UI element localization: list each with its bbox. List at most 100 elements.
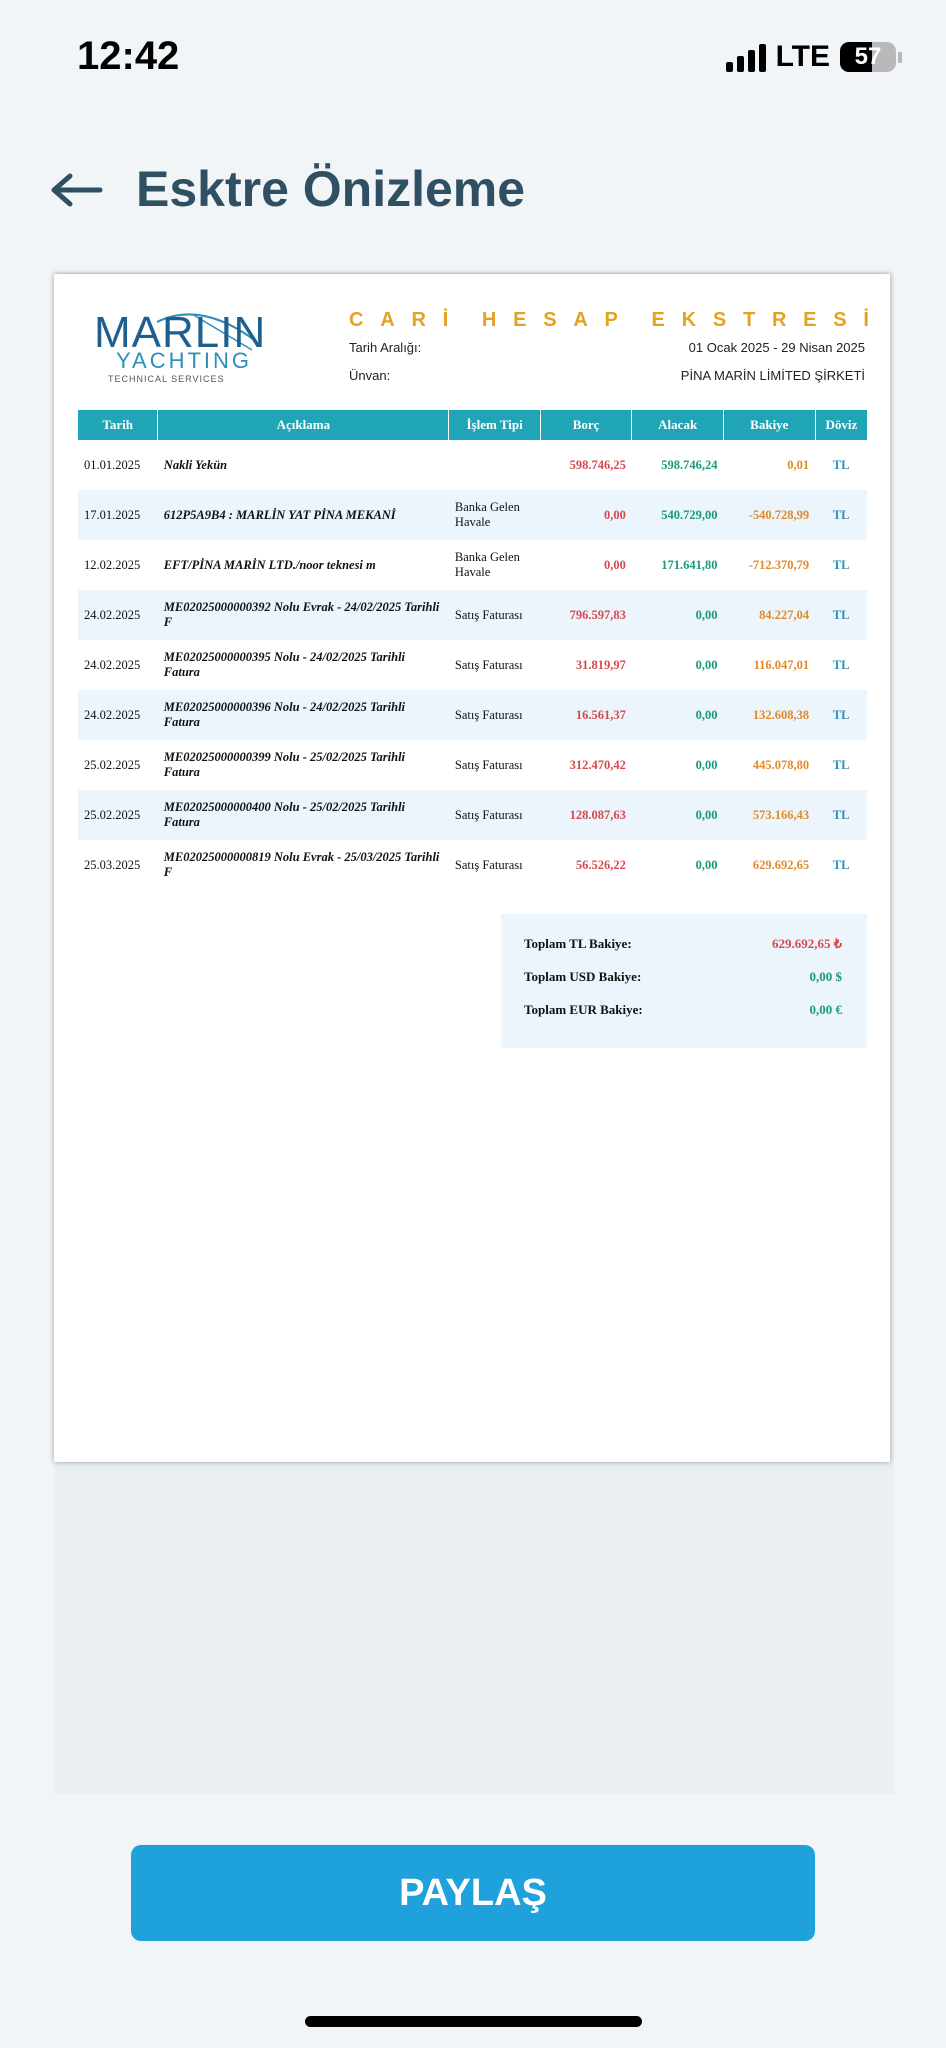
cell-date: 17.01.2025 [78, 490, 158, 540]
col-header-credit: Alacak [631, 410, 724, 440]
total-usd-value: 0,00 $ [809, 969, 843, 984]
cell-credit: 0,00 [695, 657, 718, 672]
title-letter: İ [442, 309, 449, 331]
battery-level: 57 [854, 43, 882, 70]
title-letter: H [481, 309, 497, 331]
cell-credit: 0,00 [631, 590, 724, 640]
cell-date: 25.02.2025 [84, 757, 141, 772]
cell-balance: 573.166,43 [723, 790, 816, 840]
cell-type: Satış Faturası [448, 790, 541, 840]
title-letter: S [712, 309, 727, 331]
title-letter: T [742, 309, 756, 331]
cell-debit: 598.746,25 [569, 457, 626, 472]
cell-description: ME02025000000819 Nolu Evrak - 25/03/2025… [163, 850, 440, 879]
cell-type: Satış Faturası [454, 757, 523, 772]
title-letter: E [651, 309, 665, 331]
page-title: Esktre Önizleme [136, 161, 526, 217]
table-row: 24.02.2025 ME02025000000392 Nolu Evrak -… [78, 590, 867, 640]
total-tl-value: 629.692,65 ₺ [771, 936, 842, 951]
date-range-label: Tarih Aralığı: [349, 340, 422, 355]
totals-box: Toplam TL Bakiye: 629.692,65 ₺ Toplam US… [501, 914, 867, 1048]
cell-description: ME02025000000399 Nolu - 25/02/2025 Tarih… [163, 750, 406, 779]
cell-debit: 16.561,37 [540, 690, 632, 740]
title-letter: K [681, 309, 697, 331]
home-indicator[interactable] [305, 2016, 642, 2027]
cell-currency: TL [815, 690, 867, 740]
cell-balance: 445.078,80 [752, 757, 810, 772]
title-letter: E [513, 309, 527, 331]
table-row: 01.01.2025 Nakli Yekün 598.746,25 598.74… [78, 440, 867, 490]
logo-small-text: TECHNICAL SERVICES [108, 374, 225, 384]
total-tl-label: Toplam TL Bakiye: [524, 936, 632, 951]
col-header-type: İşlem Tipi [448, 410, 541, 440]
col-header-date: Tarih [78, 410, 159, 440]
col-header-debit: Borç [540, 410, 633, 440]
share-button[interactable]: PAYLAŞ [131, 1845, 815, 1941]
cell-type [449, 440, 540, 490]
cell-debit: 128.087,63 [540, 790, 632, 840]
cell-currency: TL [815, 590, 867, 640]
col-header-balance: Bakiye [723, 410, 816, 440]
cell-debit: 56.526,22 [575, 857, 626, 872]
cell-currency: TL [815, 790, 867, 840]
cell-debit: 0,00 [604, 557, 626, 572]
title-letter: A [380, 309, 395, 331]
cell-debit: 31.819,97 [575, 657, 626, 672]
status-indicators: LTE 57 [725, 40, 902, 74]
title-letter: İ [863, 309, 869, 331]
cell-currency: TL [815, 490, 867, 540]
cell-date: 25.03.2025 [84, 857, 141, 872]
cell-description: ME02025000000395 Nolu - 24/02/2025 Tarih… [163, 650, 406, 679]
title-letter: A [573, 309, 588, 331]
cell-debit: 796.597,83 [540, 590, 632, 640]
table-row: 24.02.2025 ME02025000000395 Nolu - 24/02… [78, 640, 867, 690]
table-header-row: Tarih Açıklama İşlem Tipi Borç Alacak Ba… [78, 410, 867, 440]
cell-description: EFT/PİNA MARİN LTD./noor teknesi m [163, 557, 376, 572]
statement-document[interactable]: MARLIN YACHTING TECHNICAL SERVICES C A R… [54, 274, 890, 1462]
back-arrow-icon[interactable] [50, 168, 104, 212]
cell-balance: -712.370,79 [748, 557, 810, 572]
total-usd-label: Toplam USD Bakiye: [524, 969, 642, 984]
table-row: 25.02.2025 ME02025000000400 Nolu - 25/02… [78, 790, 867, 840]
title-label: Ünvan: [349, 368, 391, 383]
cell-description: Nakli Yekün [163, 457, 228, 472]
cell-debit: 0,00 [540, 490, 632, 540]
cell-date: 01.01.2025 [84, 457, 141, 472]
table-row: 24.02.2025 ME02025000000396 Nolu - 24/02… [78, 690, 867, 740]
title-value: PİNA MARİN LİMİTED ŞİRKETİ [680, 368, 865, 383]
title-letter: R [411, 309, 426, 331]
table-row: 17.01.2025 612P5A9B4 : MARLİN YAT PİNA M… [78, 490, 867, 540]
cell-credit: 0,00 [631, 690, 724, 740]
cell-currency: TL [832, 657, 850, 672]
cell-credit: 0,00 [695, 857, 718, 872]
total-usd-row: Toplam USD Bakiye: 0,00 $ [524, 969, 842, 985]
cell-balance: 84.227,04 [723, 590, 816, 640]
cell-description: 612P5A9B4 : MARLİN YAT PİNA MEKANİ [157, 490, 449, 540]
cell-date: 25.02.2025 [78, 790, 158, 840]
table-row: 25.02.2025 ME02025000000399 Nolu - 25/02… [78, 740, 867, 790]
cell-type: Satış Faturası [454, 857, 523, 872]
network-type: LTE [775, 40, 830, 73]
cell-date: 24.02.2025 [78, 690, 158, 740]
cell-balance: 116.047,01 [753, 657, 810, 672]
total-tl-row: Toplam TL Bakiye: 629.692,65 ₺ [524, 936, 842, 952]
cell-credit: 598.746,24 [661, 457, 718, 472]
col-header-description: Açıklama [157, 410, 450, 440]
total-eur-value: 0,00 € [809, 1002, 843, 1017]
title-letter: C [349, 309, 364, 331]
logo-sub-text: YACHTING [116, 348, 253, 373]
statement-table: Tarih Açıklama İşlem Tipi Borç Alacak Ba… [78, 410, 867, 890]
cell-balance: 0,01 [787, 457, 810, 472]
cell-credit: 0,00 [631, 790, 724, 840]
cell-type: Banka Gelen Havale [448, 490, 541, 540]
cell-credit: 0,00 [695, 757, 718, 772]
table-row: 12.02.2025 EFT/PİNA MARİN LTD./noor tekn… [78, 540, 867, 590]
status-time: 12:42 [77, 34, 180, 78]
cell-type: Banka Gelen Havale [454, 550, 520, 579]
battery-icon: 57 [840, 42, 896, 72]
cell-currency: TL [832, 757, 850, 772]
cell-description: ME02025000000392 Nolu Evrak - 24/02/2025… [157, 590, 449, 640]
title-letter: S [543, 309, 557, 331]
company-logo: MARLIN YACHTING TECHNICAL SERVICES [94, 302, 274, 392]
cell-balance: 132.608,38 [723, 690, 816, 740]
